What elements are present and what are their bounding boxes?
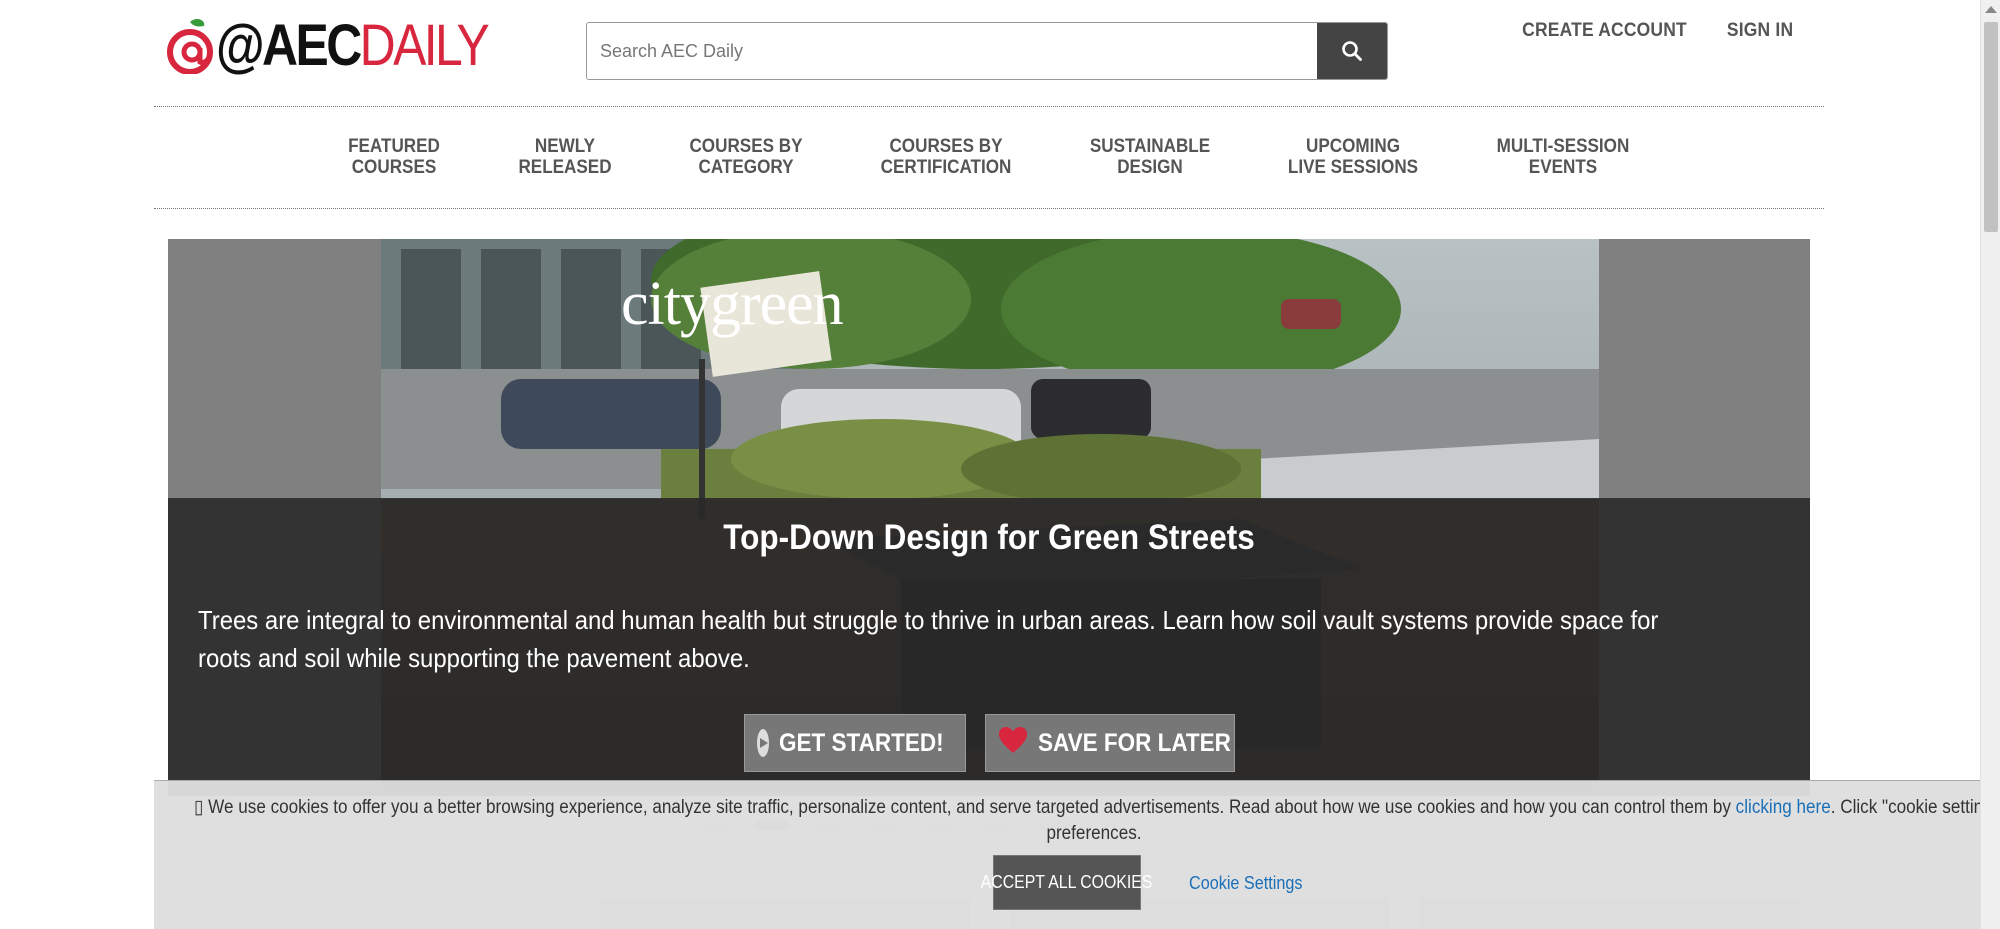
search-button[interactable] [1317,23,1387,79]
header-divider [154,106,1824,107]
cookie-consent-bar: ▯ We use cookies to offer you a better b… [154,780,2000,929]
hero-description: Trees are integral to environmental and … [198,605,1659,673]
save-for-later-button[interactable]: SAVE FOR LATER [985,714,1235,772]
site-header: @AECDAILY CREATE ACCOUNT SIGN IN [0,0,2000,108]
citygreen-logo: citygreen [621,270,844,338]
apple-at-logo-icon [166,18,214,75]
nav-multi-session-events[interactable]: MULTI-SESSION EVENTS [1497,136,1630,178]
search-bar [586,22,1388,80]
nav-sustainable-design[interactable]: SUSTAINABLE DESIGN [1090,136,1210,178]
hero-banner: citygreen Top-Down Design for Green Stre… [168,239,1810,796]
info-icon: ▯ [194,797,209,818]
accept-all-cookies-button[interactable]: ACCEPT ALL COOKIES [981,855,1153,910]
sign-in-link[interactable]: SIGN IN [1727,20,1793,42]
cookie-message: ▯ We use cookies to offer you a better b… [194,797,2000,844]
get-started-button[interactable]: GET STARTED! [744,714,966,772]
nav-upcoming-live-sessions[interactable]: UPCOMING LIVE SESSIONS [1288,136,1418,178]
hero-title: Top-Down Design for Green Streets [723,518,1255,557]
page-scrollbar[interactable] [1980,0,2000,929]
nav-divider [154,208,1824,209]
search-input[interactable] [587,23,1317,79]
aecdaily-logo[interactable]: @AECDAILY [166,10,490,82]
search-icon [1342,41,1362,61]
nav-courses-by-category[interactable]: COURSES BY CATEGORY [689,136,802,178]
cookie-policy-link[interactable]: clicking here [1736,797,1831,818]
nav-featured-courses[interactable]: FEATURED COURSES [348,136,440,178]
nav-newly-released[interactable]: NEWLY RELEASED [518,136,611,178]
scroll-up-arrow-icon[interactable] [1985,6,1997,13]
heart-icon [998,726,1028,761]
nav-courses-by-certification[interactable]: COURSES BY CERTIFICATION [881,136,1012,178]
logo-text-aec: @AEC [216,13,362,78]
cookie-settings-link[interactable]: Cookie Settings [1189,873,1302,894]
scrollbar-thumb[interactable] [1984,22,1998,232]
play-icon [757,729,769,757]
create-account-link[interactable]: CREATE ACCOUNT [1522,20,1687,42]
logo-text-daily: DAILY [359,13,490,78]
main-nav: FEATURED COURSES NEWLY RELEASED COURSES BY… [154,108,1824,208]
account-links: CREATE ACCOUNT SIGN IN [1515,20,1796,42]
